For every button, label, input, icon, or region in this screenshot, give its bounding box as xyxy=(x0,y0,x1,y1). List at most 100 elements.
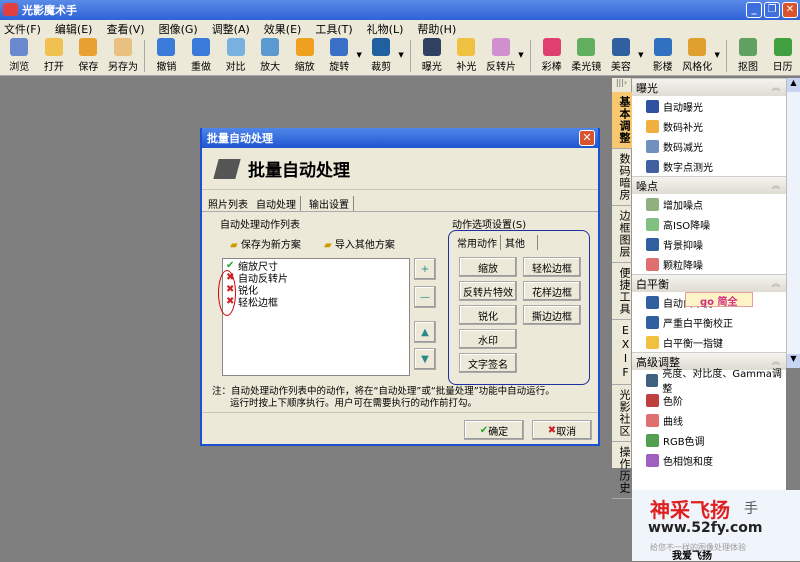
item-icon xyxy=(646,433,659,447)
toolbar-icon xyxy=(422,38,441,56)
tab-output-settings[interactable]: 输出设置 xyxy=(309,196,354,211)
add-action-button[interactable]: + xyxy=(414,258,436,280)
tab-other[interactable]: 其他 xyxy=(505,235,538,250)
move-down-button[interactable]: ▼ xyxy=(414,348,436,370)
panel-scrollbar[interactable]: ▲ ▼ xyxy=(786,78,800,368)
move-up-button[interactable]: ▲ xyxy=(414,321,436,343)
toolbar-button[interactable]: 彩棒 xyxy=(534,37,569,75)
panel-item[interactable]: 颗粒降噪 xyxy=(632,254,786,274)
tab-auto-process[interactable]: 自动处理 xyxy=(256,196,301,211)
vertical-tab[interactable]: 便捷工具 xyxy=(612,263,632,320)
option-button[interactable]: 锐化 xyxy=(459,305,517,325)
toolbar-button[interactable]: 补光 xyxy=(449,37,484,75)
vertical-tab[interactable]: 数码暗房 xyxy=(612,149,632,206)
panel-item[interactable]: RGB色调 xyxy=(632,430,786,450)
section-header[interactable]: 曝光 ︽ xyxy=(632,78,786,96)
menu-item[interactable]: 查看(V) xyxy=(106,21,144,37)
restore-button[interactable]: ❐ xyxy=(764,2,780,18)
collapse-icon[interactable]: ︽ xyxy=(772,82,780,93)
dropdown-arrow-icon[interactable]: ▼ xyxy=(715,51,722,59)
collapse-icon[interactable]: ︽ xyxy=(772,180,780,191)
toolbar-button[interactable]: 另存为 xyxy=(106,37,141,75)
panel-item[interactable]: 数字点测光 xyxy=(632,156,786,176)
close-button[interactable]: ✕ xyxy=(782,2,798,18)
toolbar-button[interactable]: 反转片 xyxy=(484,37,519,75)
option-button[interactable]: 花样边框 xyxy=(523,281,581,301)
toolbar-icon xyxy=(192,38,210,56)
menu-item[interactable]: 效果(E) xyxy=(264,21,302,37)
dropdown-arrow-icon[interactable]: ▼ xyxy=(398,51,405,59)
expand-icon[interactable]: |||› xyxy=(612,78,631,92)
action-list[interactable]: ✔ 缩放尺寸 ✖ 自动反转片 ✖ 锐化 ✖ 轻松边框 xyxy=(222,258,410,376)
check-icon[interactable]: ✔ xyxy=(226,260,238,271)
item-label: 亮度、对比度、Gamma调整 xyxy=(662,369,782,395)
toolbar-button[interactable]: 柔光镜 xyxy=(569,37,604,75)
option-button[interactable]: 轻松边框 xyxy=(523,257,581,277)
toolbar-button[interactable]: 重做 xyxy=(184,37,219,75)
toolbar-button[interactable]: 打开 xyxy=(37,37,72,75)
toolbar-button[interactable]: 浏览 xyxy=(2,37,37,75)
remove-action-button[interactable]: — xyxy=(414,286,436,308)
cancel-button[interactable]: ✖ 取消 xyxy=(532,420,592,440)
item-icon xyxy=(646,217,659,231)
vertical-tab[interactable]: EXIF xyxy=(612,320,632,385)
toolbar-button[interactable]: 抠图 xyxy=(731,37,766,75)
option-button[interactable]: 文字签名 xyxy=(459,353,517,373)
panel-item[interactable]: 严重白平衡校正 xyxy=(632,312,786,332)
tab-common-actions[interactable]: 常用动作 xyxy=(457,235,501,250)
vertical-tab[interactable]: 操作历史 xyxy=(612,442,632,499)
vertical-tab[interactable]: 光影社区 xyxy=(612,385,632,442)
toolbar-button[interactable]: 对比 xyxy=(218,37,253,75)
dropdown-arrow-icon[interactable]: ▼ xyxy=(638,51,645,59)
panel-item[interactable]: 数码补光 xyxy=(632,116,786,136)
action-item[interactable]: ✖ 轻松边框 xyxy=(223,295,409,309)
menu-item[interactable]: 礼物(L) xyxy=(367,21,404,37)
toolbar-button[interactable]: 曝光 xyxy=(415,37,450,75)
option-button[interactable]: 缩放 xyxy=(459,257,517,277)
import-scheme-button[interactable]: ▰ 导入其他方案 xyxy=(324,236,395,251)
dialog-close-button[interactable]: ✕ xyxy=(579,130,595,146)
option-button[interactable]: 反转片特效 xyxy=(459,281,517,301)
section-header[interactable]: 噪点 ︽ xyxy=(632,176,786,194)
item-icon xyxy=(646,295,659,309)
section-header[interactable]: 白平衡 ︽ xyxy=(632,274,786,292)
option-button[interactable]: 水印 xyxy=(459,329,517,349)
option-button[interactable]: 撕边边框 xyxy=(523,305,581,325)
menu-item[interactable]: 图像(G) xyxy=(159,21,198,37)
panel-item[interactable]: 背景抑噪 xyxy=(632,234,786,254)
item-label: 色相饱和度 xyxy=(663,456,713,468)
tab-photo-list[interactable]: 照片列表 xyxy=(208,196,248,211)
menu-item[interactable]: 调整(A) xyxy=(212,21,250,37)
toolbar-button[interactable]: 日历 xyxy=(765,37,800,75)
dropdown-arrow-icon[interactable]: ▼ xyxy=(357,51,364,59)
toolbar-button[interactable]: 美容 xyxy=(604,37,639,75)
menu-item[interactable]: 工具(T) xyxy=(315,21,352,37)
vertical-tab[interactable]: 边框图层 xyxy=(612,206,632,263)
item-label: 增加噪点 xyxy=(663,200,703,212)
minimize-button[interactable]: _ xyxy=(746,2,762,18)
toolbar-button[interactable]: 缩放 xyxy=(287,37,322,75)
save-scheme-button[interactable]: ▰ 保存为新方案 xyxy=(230,236,301,251)
toolbar-button[interactable]: 保存 xyxy=(71,37,106,75)
panel-item[interactable]: 色相饱和度 xyxy=(632,450,786,470)
panel-item[interactable]: 白平衡一指键 xyxy=(632,332,786,352)
panel-item[interactable]: 数码减光 xyxy=(632,136,786,156)
menu-item[interactable]: 文件(F) xyxy=(4,21,41,37)
panel-item[interactable]: 亮度、对比度、Gamma调整 xyxy=(632,369,786,395)
toolbar-button[interactable]: 放大 xyxy=(253,37,288,75)
ok-button[interactable]: ✔ 确定 xyxy=(464,420,524,440)
panel-item[interactable]: 高ISO降噪 xyxy=(632,214,786,234)
dropdown-arrow-icon[interactable]: ▼ xyxy=(518,51,525,59)
panel-item[interactable]: 增加噪点 xyxy=(632,194,786,214)
collapse-icon[interactable]: ︽ xyxy=(772,278,780,289)
vertical-tab[interactable]: 基本调整 xyxy=(612,92,632,149)
toolbar-button[interactable]: 影楼 xyxy=(645,37,680,75)
toolbar-button[interactable]: 风格化 xyxy=(680,37,715,75)
panel-item[interactable]: 自动曝光 xyxy=(632,96,786,116)
menu-item[interactable]: 编辑(E) xyxy=(55,21,93,37)
toolbar-button[interactable]: 旋转 xyxy=(322,37,357,75)
panel-item[interactable]: 曲线 xyxy=(632,410,786,430)
toolbar-button[interactable]: 撤销 xyxy=(149,37,184,75)
toolbar-button[interactable]: 裁剪 xyxy=(364,37,399,75)
menu-item[interactable]: 帮助(H) xyxy=(417,21,456,37)
